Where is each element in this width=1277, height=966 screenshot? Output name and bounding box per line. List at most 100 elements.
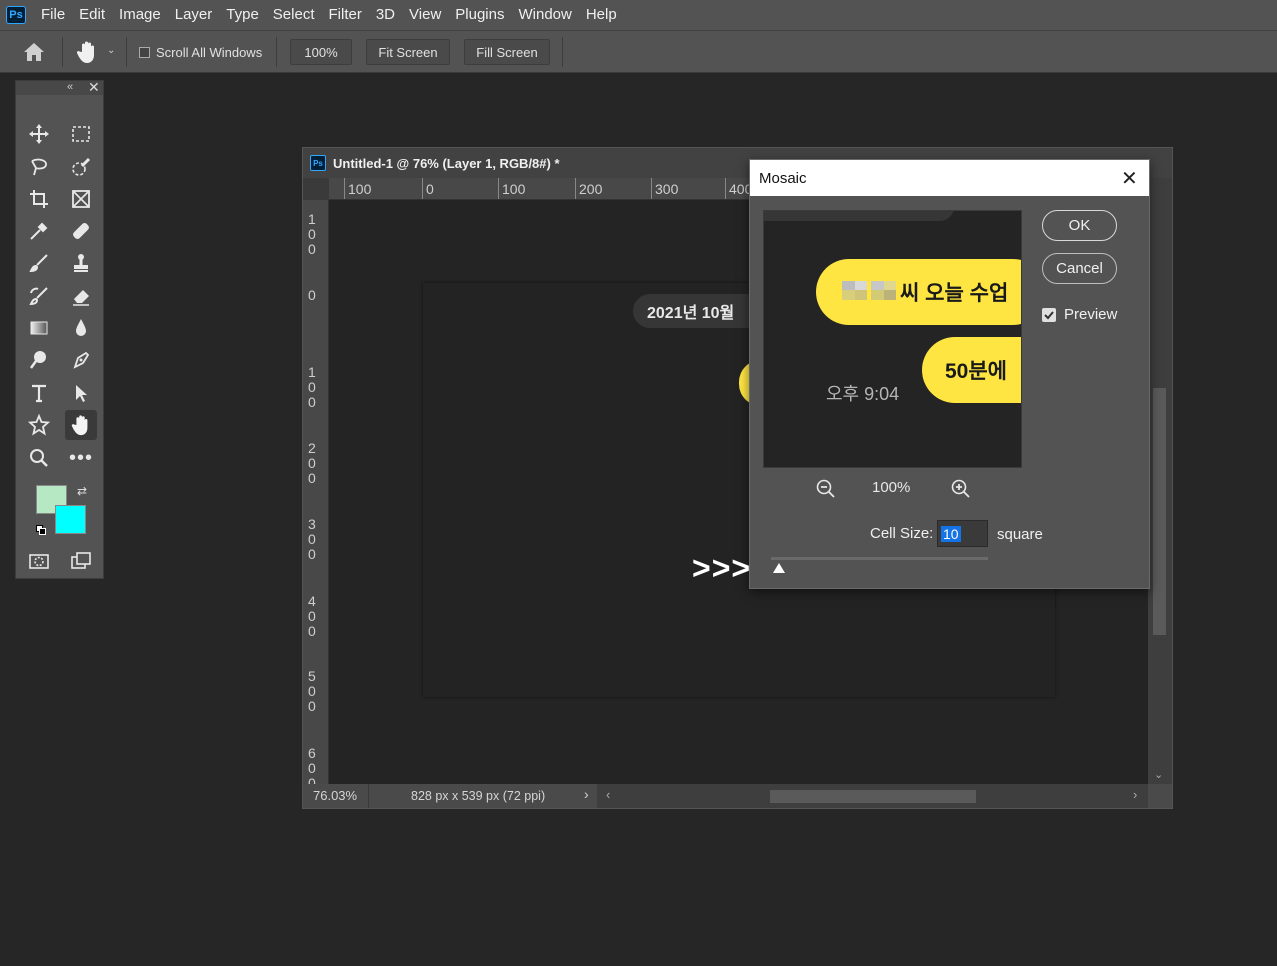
ruler-digit: 0 bbox=[308, 241, 316, 257]
clone-stamp-tool-icon[interactable] bbox=[65, 248, 97, 278]
dodge-tool-icon[interactable] bbox=[23, 345, 55, 375]
menu-image[interactable]: Image bbox=[112, 0, 168, 30]
menu-plugins[interactable]: Plugins bbox=[448, 0, 511, 30]
zoom-out-icon[interactable] bbox=[815, 478, 837, 505]
menu-3d[interactable]: 3D bbox=[369, 0, 402, 30]
status-menu-arrow-icon[interactable]: › bbox=[584, 786, 589, 802]
menu-filter[interactable]: Filter bbox=[322, 0, 369, 30]
cell-size-slider-thumb[interactable] bbox=[773, 563, 785, 573]
close-icon[interactable]: ✕ bbox=[1121, 166, 1138, 191]
blur-tool-icon[interactable] bbox=[65, 313, 97, 343]
dialog-title-bar[interactable]: Mosaic ✕ bbox=[750, 160, 1149, 196]
pen-tool-icon[interactable] bbox=[65, 345, 97, 375]
preview-bubble-text-2: 50분에 bbox=[945, 360, 1007, 383]
crop-tool-icon[interactable] bbox=[23, 184, 55, 214]
cell-size-input[interactable]: 10 bbox=[937, 520, 988, 547]
photoshop-logo[interactable]: Ps bbox=[6, 6, 26, 24]
vertical-ruler-label: 0 bbox=[308, 288, 316, 303]
fit-screen-button[interactable]: Fit Screen bbox=[366, 39, 450, 65]
more-tools-icon[interactable]: ••• bbox=[65, 443, 97, 473]
separator bbox=[562, 37, 563, 67]
history-brush-tool-icon[interactable] bbox=[23, 281, 55, 311]
menu-bar: Ps File Edit Image Layer Type Select Fil… bbox=[0, 0, 1277, 30]
mosaic-block bbox=[884, 281, 896, 290]
chevron-down-icon[interactable]: ⌄ bbox=[107, 45, 115, 56]
collapse-icon[interactable]: « bbox=[67, 81, 73, 93]
eraser-tool-icon[interactable] bbox=[65, 281, 97, 311]
scroll-right-icon[interactable]: › bbox=[1133, 787, 1137, 802]
ok-button[interactable]: OK bbox=[1042, 210, 1117, 241]
swap-colors-icon[interactable]: ⇄ bbox=[77, 484, 87, 498]
type-tool-icon[interactable] bbox=[23, 378, 55, 408]
date-bubble: 2021년 10월 bbox=[633, 294, 763, 328]
ruler-label: 300 bbox=[655, 181, 679, 197]
menu-type[interactable]: Type bbox=[219, 0, 266, 30]
menu-select[interactable]: Select bbox=[266, 0, 322, 30]
ruler-tick bbox=[344, 178, 345, 199]
ruler-label: 100 bbox=[502, 181, 526, 197]
document-title: Untitled-1 @ 76% (Layer 1, RGB/8#) * bbox=[333, 155, 560, 171]
mosaic-dialog: Mosaic ✕ 씨 오늘 수업 50분에 오후 9:04 100% OK Ca… bbox=[749, 159, 1150, 589]
mosaic-block bbox=[842, 290, 855, 300]
eyedropper-tool-icon[interactable] bbox=[23, 216, 55, 246]
separator bbox=[276, 37, 277, 67]
healing-brush-tool-icon[interactable] bbox=[65, 216, 97, 246]
vertical-scroll-thumb[interactable] bbox=[1153, 388, 1166, 635]
annotation-arrows: >>> bbox=[692, 550, 752, 586]
document-info: 828 px x 539 px (72 ppi) bbox=[411, 789, 546, 803]
home-icon[interactable] bbox=[22, 41, 46, 68]
screen-mode-icon[interactable] bbox=[65, 546, 97, 576]
vertical-ruler-label: 300 bbox=[308, 517, 316, 562]
scroll-left-icon[interactable]: ‹ bbox=[606, 787, 610, 802]
menu-file[interactable]: File bbox=[34, 0, 72, 30]
mosaic-block bbox=[884, 290, 896, 300]
vertical-ruler-label: 200 bbox=[308, 441, 316, 486]
brush-tool-icon[interactable] bbox=[23, 248, 55, 278]
mosaic-block bbox=[842, 281, 855, 290]
scroll-all-windows-label: Scroll All Windows bbox=[156, 45, 263, 60]
preview-chat-bubble: 씨 오늘 수업 bbox=[816, 259, 1021, 325]
menu-help[interactable]: Help bbox=[579, 0, 624, 30]
separator bbox=[126, 37, 127, 67]
zoom-100-button[interactable]: 100% bbox=[290, 39, 352, 65]
cell-size-slider-track[interactable] bbox=[771, 557, 988, 560]
scroll-all-windows-checkbox[interactable] bbox=[139, 47, 150, 58]
zoom-tool-icon[interactable] bbox=[23, 443, 55, 473]
custom-shape-tool-icon[interactable] bbox=[23, 410, 55, 440]
vertical-scrollbar[interactable]: ⌄ bbox=[1148, 178, 1172, 784]
menu-layer[interactable]: Layer bbox=[168, 0, 220, 30]
background-color-swatch[interactable] bbox=[55, 505, 86, 534]
frame-tool-icon[interactable] bbox=[65, 184, 97, 214]
path-select-tool-icon[interactable] bbox=[65, 378, 97, 408]
quick-mask-icon[interactable] bbox=[23, 546, 55, 576]
zoom-in-icon[interactable] bbox=[950, 478, 972, 505]
menu-edit[interactable]: Edit bbox=[72, 0, 112, 30]
menu-window[interactable]: Window bbox=[511, 0, 578, 30]
lasso-tool-icon[interactable] bbox=[23, 152, 55, 182]
ruler-digit: 0 bbox=[308, 608, 316, 624]
hand-icon[interactable] bbox=[76, 40, 98, 69]
ruler-label: 200 bbox=[579, 181, 603, 197]
zoom-level[interactable]: 76.03% bbox=[313, 788, 357, 803]
horizontal-scrollbar[interactable]: ‹ › bbox=[597, 784, 1148, 808]
gradient-tool-icon[interactable] bbox=[23, 313, 55, 343]
preview-time: 오후 9:04 bbox=[826, 384, 900, 404]
move-tool-icon[interactable] bbox=[23, 119, 55, 149]
hand-tool-icon[interactable] bbox=[65, 410, 97, 440]
horizontal-scroll-thumb[interactable] bbox=[770, 790, 976, 803]
ruler-digit: 5 bbox=[308, 668, 316, 684]
ruler-label: 100 bbox=[348, 181, 372, 197]
rect-marquee-tool-icon[interactable] bbox=[65, 119, 97, 149]
preview-date-bubble bbox=[764, 211, 954, 221]
cancel-button[interactable]: Cancel bbox=[1042, 253, 1117, 284]
default-colors-icon[interactable] bbox=[36, 525, 46, 535]
preview-checkbox[interactable] bbox=[1042, 308, 1056, 322]
close-icon[interactable]: ✕ bbox=[88, 79, 100, 96]
fill-screen-button[interactable]: Fill Screen bbox=[464, 39, 550, 65]
ruler-digit: 0 bbox=[308, 760, 316, 776]
separator bbox=[62, 37, 63, 67]
quick-select-tool-icon[interactable] bbox=[65, 152, 97, 182]
menu-view[interactable]: View bbox=[402, 0, 448, 30]
preview-area[interactable]: 씨 오늘 수업 50분에 오후 9:04 bbox=[763, 210, 1022, 468]
scroll-down-icon[interactable]: ⌄ bbox=[1154, 768, 1163, 781]
